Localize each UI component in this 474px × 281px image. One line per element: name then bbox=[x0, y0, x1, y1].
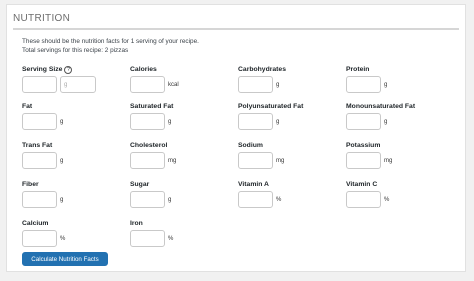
fiber-label: Fiber bbox=[22, 181, 39, 188]
field-iron: Iron % bbox=[130, 219, 240, 247]
iron-label: Iron bbox=[130, 220, 143, 227]
field-cholesterol: Cholesterol mg bbox=[130, 141, 240, 169]
serving-size-input[interactable] bbox=[22, 76, 57, 93]
calculate-nutrition-facts-button[interactable]: Calculate Nutrition Facts bbox=[22, 252, 108, 266]
iron-unit: % bbox=[168, 235, 174, 242]
sodium-label: Sodium bbox=[238, 142, 263, 149]
field-vitamin-c: Vitamin C % bbox=[346, 180, 456, 208]
serving-size-label: Serving Size bbox=[22, 66, 63, 73]
protein-label: Protein bbox=[346, 66, 370, 73]
calcium-label: Calcium bbox=[22, 220, 49, 227]
fat-unit: g bbox=[60, 118, 64, 125]
fiber-input[interactable] bbox=[22, 191, 57, 208]
field-protein: Protein g bbox=[346, 65, 456, 93]
section-title: NUTRITION bbox=[13, 13, 71, 24]
calcium-unit: % bbox=[60, 235, 66, 242]
cholesterol-input[interactable] bbox=[130, 152, 165, 169]
carbohydrates-input[interactable] bbox=[238, 76, 273, 93]
field-calcium: Calcium % bbox=[22, 219, 132, 247]
sugar-input[interactable] bbox=[130, 191, 165, 208]
vitamin-c-label: Vitamin C bbox=[346, 181, 378, 188]
fat-label: Fat bbox=[22, 103, 33, 110]
potassium-input[interactable] bbox=[346, 152, 381, 169]
nutrition-panel: NUTRITION These should be the nutrition … bbox=[6, 4, 466, 272]
iron-input[interactable] bbox=[130, 230, 165, 247]
sodium-input[interactable] bbox=[238, 152, 273, 169]
field-sodium: Sodium mg bbox=[238, 141, 348, 169]
monounsaturated-fat-input[interactable] bbox=[346, 113, 381, 130]
sugar-unit: g bbox=[168, 196, 172, 203]
carbohydrates-unit: g bbox=[276, 81, 280, 88]
trans-fat-label: Trans Fat bbox=[22, 142, 53, 149]
potassium-label: Potassium bbox=[346, 142, 381, 149]
calories-label: Calories bbox=[130, 66, 157, 73]
saturated-fat-unit: g bbox=[168, 118, 172, 125]
field-saturated-fat: Saturated Fat g bbox=[130, 102, 240, 130]
field-fiber: Fiber g bbox=[22, 180, 132, 208]
potassium-unit: mg bbox=[384, 157, 393, 164]
help-icon[interactable]: ? bbox=[64, 66, 73, 74]
monounsaturated-fat-unit: g bbox=[384, 118, 388, 125]
fiber-unit: g bbox=[60, 196, 64, 203]
intro-text: These should be the nutrition facts for … bbox=[22, 38, 199, 55]
field-calories: Calories kcal bbox=[130, 65, 240, 93]
field-fat: Fat g bbox=[22, 102, 132, 130]
serving-size-unit-input[interactable] bbox=[60, 76, 96, 93]
field-serving-size: Serving Size? bbox=[22, 65, 132, 93]
polyunsaturated-fat-label: Polyunsaturated Fat bbox=[238, 103, 304, 110]
field-potassium: Potassium mg bbox=[346, 141, 456, 169]
saturated-fat-label: Saturated Fat bbox=[130, 103, 174, 110]
trans-fat-input[interactable] bbox=[22, 152, 57, 169]
monounsaturated-fat-label: Monounsaturated Fat bbox=[346, 103, 416, 110]
vitamin-c-input[interactable] bbox=[346, 191, 381, 208]
protein-input[interactable] bbox=[346, 76, 381, 93]
field-carbohydrates: Carbohydrates g bbox=[238, 65, 348, 93]
calories-unit: kcal bbox=[168, 81, 179, 88]
vitamin-a-unit: % bbox=[276, 196, 282, 203]
calcium-input[interactable] bbox=[22, 230, 57, 247]
polyunsaturated-fat-input[interactable] bbox=[238, 113, 273, 130]
fat-input[interactable] bbox=[22, 113, 57, 130]
intro-line-total-servings: Total servings for this recipe: 2 pizzas bbox=[22, 46, 129, 54]
polyunsaturated-fat-unit: g bbox=[276, 118, 280, 125]
intro-line-serving: These should be the nutrition facts for … bbox=[22, 38, 199, 45]
vitamin-a-input[interactable] bbox=[238, 191, 273, 208]
cholesterol-label: Cholesterol bbox=[130, 142, 168, 149]
carbohydrates-label: Carbohydrates bbox=[238, 66, 286, 73]
field-monounsaturated-fat: Monounsaturated Fat g bbox=[346, 102, 456, 130]
cholesterol-unit: mg bbox=[168, 157, 177, 164]
section-divider bbox=[13, 28, 459, 30]
field-vitamin-a: Vitamin A % bbox=[238, 180, 348, 208]
sodium-unit: mg bbox=[276, 157, 285, 164]
trans-fat-unit: g bbox=[60, 157, 64, 164]
field-trans-fat: Trans Fat g bbox=[22, 141, 132, 169]
vitamin-c-unit: % bbox=[384, 196, 390, 203]
saturated-fat-input[interactable] bbox=[130, 113, 165, 130]
field-polyunsaturated-fat: Polyunsaturated Fat g bbox=[238, 102, 348, 130]
field-sugar: Sugar g bbox=[130, 180, 240, 208]
calories-input[interactable] bbox=[130, 76, 165, 93]
vitamin-a-label: Vitamin A bbox=[238, 181, 269, 188]
sugar-label: Sugar bbox=[130, 181, 150, 188]
protein-unit: g bbox=[384, 81, 388, 88]
